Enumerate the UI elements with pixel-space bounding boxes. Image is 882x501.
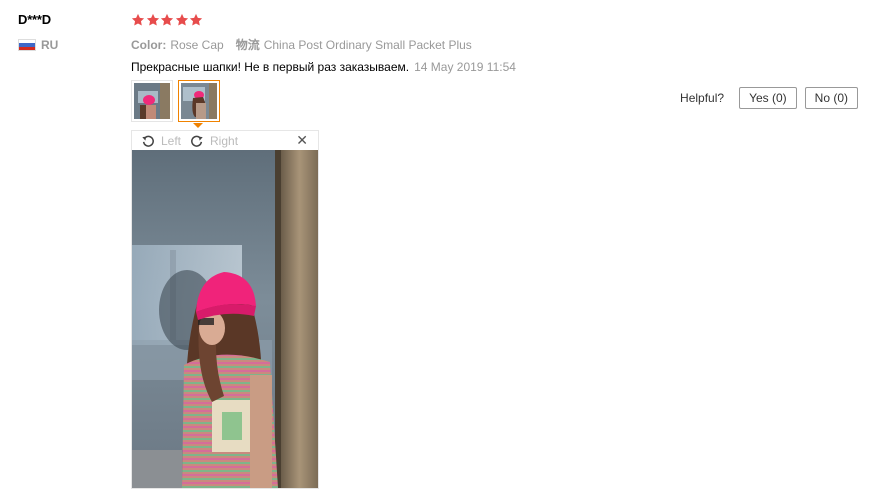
photo-thumbnail-2[interactable] bbox=[178, 80, 220, 122]
rotate-right-icon bbox=[191, 135, 203, 147]
rotate-right-button[interactable]: Right bbox=[190, 134, 238, 148]
photo-thumbnail-1[interactable] bbox=[131, 80, 173, 122]
rotate-right-label: Right bbox=[210, 133, 239, 148]
star-icon bbox=[146, 13, 159, 26]
reviewer-name: D***D bbox=[18, 12, 51, 27]
photo-viewer-toolbar: Left Right ✕ bbox=[132, 131, 318, 150]
photo-thumbnail-1-image bbox=[134, 83, 170, 119]
helpful-yes-button[interactable]: Yes (0) bbox=[739, 87, 797, 109]
photo-viewer: Left Right ✕ bbox=[131, 130, 319, 489]
star-icon bbox=[160, 13, 174, 26]
rotate-left-button[interactable]: Left bbox=[141, 134, 181, 148]
review-text: Прекрасные шапки! Не в первый раз заказы… bbox=[131, 60, 410, 74]
photo-thumbnail-2-image bbox=[181, 83, 217, 119]
helpful-no-button[interactable]: No (0) bbox=[804, 87, 858, 109]
star-icon bbox=[175, 13, 188, 26]
shipping-attr-label: 物流 bbox=[235, 38, 260, 52]
star-icon bbox=[189, 13, 203, 26]
color-attr-value: Rose Cap bbox=[170, 38, 224, 52]
review-feedback: Прекрасные шапки! Не в первый раз заказы… bbox=[131, 60, 871, 74]
rotate-left-label: Left bbox=[161, 133, 182, 148]
order-attributes: Color: Rose Cap 物流 China Post Ordinary Smal… bbox=[131, 36, 871, 53]
active-thumbnail-indicator bbox=[193, 123, 203, 128]
russia-flag-icon bbox=[18, 39, 36, 51]
review-photo bbox=[132, 150, 318, 488]
review-body: Color: Rose Cap 物流 China Post Ordinary Smal… bbox=[131, 12, 871, 74]
reviewer-info: D***D RU bbox=[18, 12, 58, 52]
shipping-attr-value: China Post Ordinary Small Packet Plus bbox=[263, 38, 472, 52]
reviewer-country: RU bbox=[18, 38, 58, 52]
review-date: 14 May 2019 11:54 bbox=[414, 60, 516, 74]
star-rating bbox=[131, 12, 871, 28]
star-icon bbox=[131, 13, 145, 26]
close-icon[interactable]: ✕ bbox=[296, 132, 308, 149]
flag-stripe-red bbox=[19, 46, 35, 50]
color-attr-label: Color: bbox=[131, 38, 167, 52]
helpful-label: Helpful? bbox=[680, 91, 725, 105]
photo-thumbnails bbox=[131, 80, 225, 122]
helpful-voting: Helpful? Yes (0) No (0) bbox=[680, 87, 858, 109]
rotate-left-icon bbox=[142, 135, 154, 147]
country-code: RU bbox=[41, 38, 59, 52]
